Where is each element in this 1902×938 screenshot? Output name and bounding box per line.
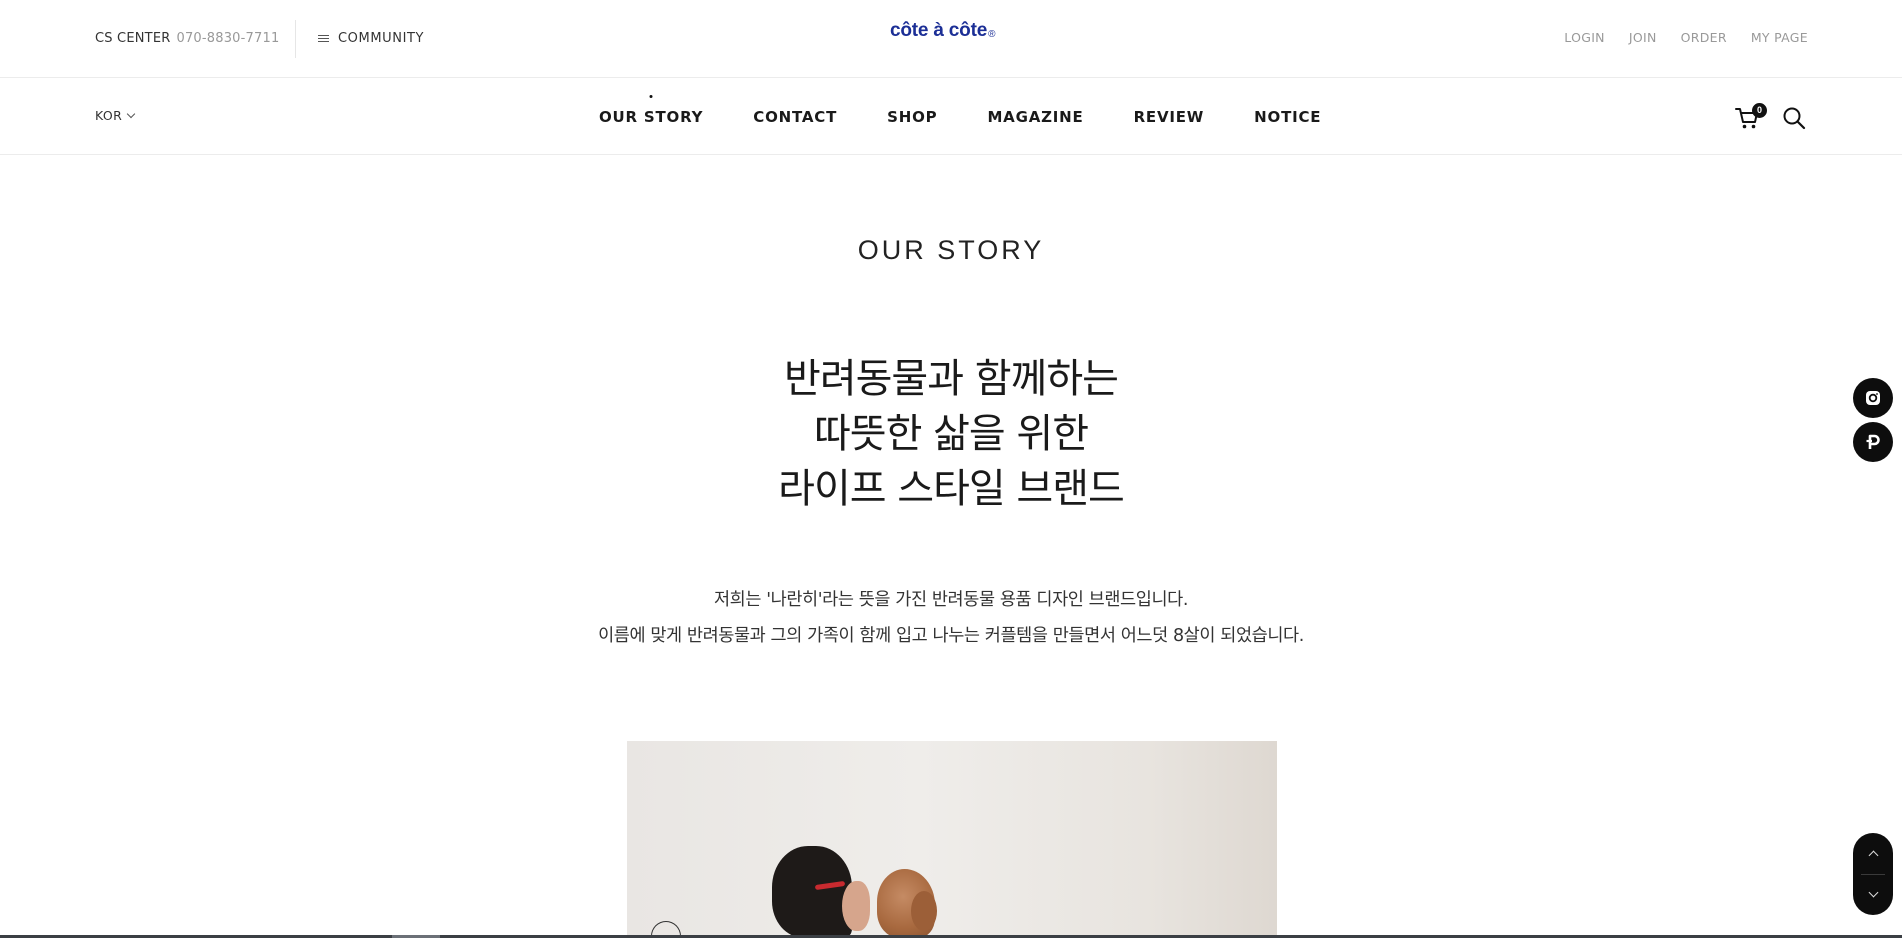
brand-description: 저희는 '나란히'라는 뜻을 가진 반려동물 용품 디자인 브랜드입니다. 이름… [0, 582, 1902, 654]
photo-dog-ear [911, 891, 937, 931]
community-label: COMMUNITY [338, 31, 425, 46]
language-label: KOR [95, 108, 123, 123]
description-line: 저희는 '나란히'라는 뜻을 가진 반려동물 용품 디자인 브랜드입니다. [713, 590, 1189, 610]
arrow-up-icon [1868, 850, 1878, 861]
search-icon [1783, 107, 1806, 130]
brand-logo[interactable]: côte à côte® [890, 20, 995, 42]
main-nav-bar: KOR OUR STORY CONTACT SHOP MAGAZINE REVI… [0, 78, 1902, 155]
order-link[interactable]: ORDER [1681, 30, 1727, 45]
nav-item-review[interactable]: REVIEW [1134, 108, 1205, 126]
instagram-icon [1866, 391, 1880, 405]
global-nav: OUR STORY CONTACT SHOP MAGAZINE REVIEW N… [599, 95, 1321, 126]
headline-line: 반려동물과 함께하는 [784, 356, 1119, 402]
headline-line: 따뜻한 삶을 위한 [813, 411, 1089, 457]
menu-icon [318, 33, 329, 44]
language-selector[interactable]: KOR [95, 108, 136, 123]
headline-line: 라이프 스타일 브랜드 [778, 466, 1125, 512]
nav-item-magazine[interactable]: MAGAZINE [987, 108, 1083, 126]
nav-item-notice[interactable]: NOTICE [1254, 108, 1321, 126]
divider [295, 20, 296, 58]
utility-links: LOGIN JOIN ORDER MY PAGE [1540, 30, 1808, 45]
nav-item-contact[interactable]: CONTACT [753, 108, 837, 126]
nav-item-label: REVIEW [1133, 108, 1205, 126]
instagram-button[interactable] [1853, 378, 1893, 418]
page-title: OUR STORY [857, 235, 1045, 265]
logo-text: côte à côte [890, 20, 988, 41]
community-menu-button[interactable]: COMMUNITY [318, 31, 424, 46]
join-link[interactable]: JOIN [1629, 30, 1657, 45]
search-button[interactable] [1782, 106, 1806, 130]
cs-center: CS CENTER 070-8830-7711 [95, 31, 279, 46]
chevron-down-icon [127, 109, 136, 118]
cs-center-phone[interactable]: 070-8830-7711 [176, 31, 279, 46]
top-bar: CS CENTER 070-8830-7711 COMMUNITY côte à … [0, 0, 1902, 78]
scroll-top-button[interactable] [1853, 833, 1893, 874]
photo-person-face [842, 881, 870, 931]
logo-registered-mark: ® [988, 29, 996, 40]
scroll-controls [1853, 833, 1893, 915]
arrow-down-icon [1868, 887, 1878, 898]
nav-item-our-story[interactable]: OUR STORY [599, 95, 704, 126]
login-link[interactable]: LOGIN [1564, 30, 1605, 45]
nav-item-label: SHOP [887, 108, 938, 126]
nav-item-label: OUR STORY [599, 108, 704, 126]
my-page-link[interactable]: MY PAGE [1751, 30, 1808, 45]
active-indicator-dot [649, 95, 653, 98]
photo-person-hair [772, 846, 852, 938]
hero-photo-person-with-dog [627, 741, 1277, 938]
brand-headline: 반려동물과 함께하는 따뜻한 삶을 위한 라이프 스타일 브랜드 [0, 352, 1902, 517]
scroll-bottom-button[interactable] [1853, 874, 1893, 915]
nav-item-shop[interactable]: SHOP [887, 108, 937, 126]
nav-item-label: NOTICE [1254, 108, 1322, 126]
cs-center-label: CS CENTER [95, 31, 171, 46]
nav-item-label: CONTACT [753, 108, 838, 126]
p-link-button[interactable] [1853, 422, 1893, 462]
p-icon [1866, 434, 1880, 449]
cart-count-badge: 0 [1752, 103, 1767, 118]
description-line: 이름에 맞게 반려동물과 그의 가족이 함께 입고 나누는 커플템을 만들면서 … [598, 626, 1304, 646]
nav-item-label: MAGAZINE [987, 108, 1084, 126]
